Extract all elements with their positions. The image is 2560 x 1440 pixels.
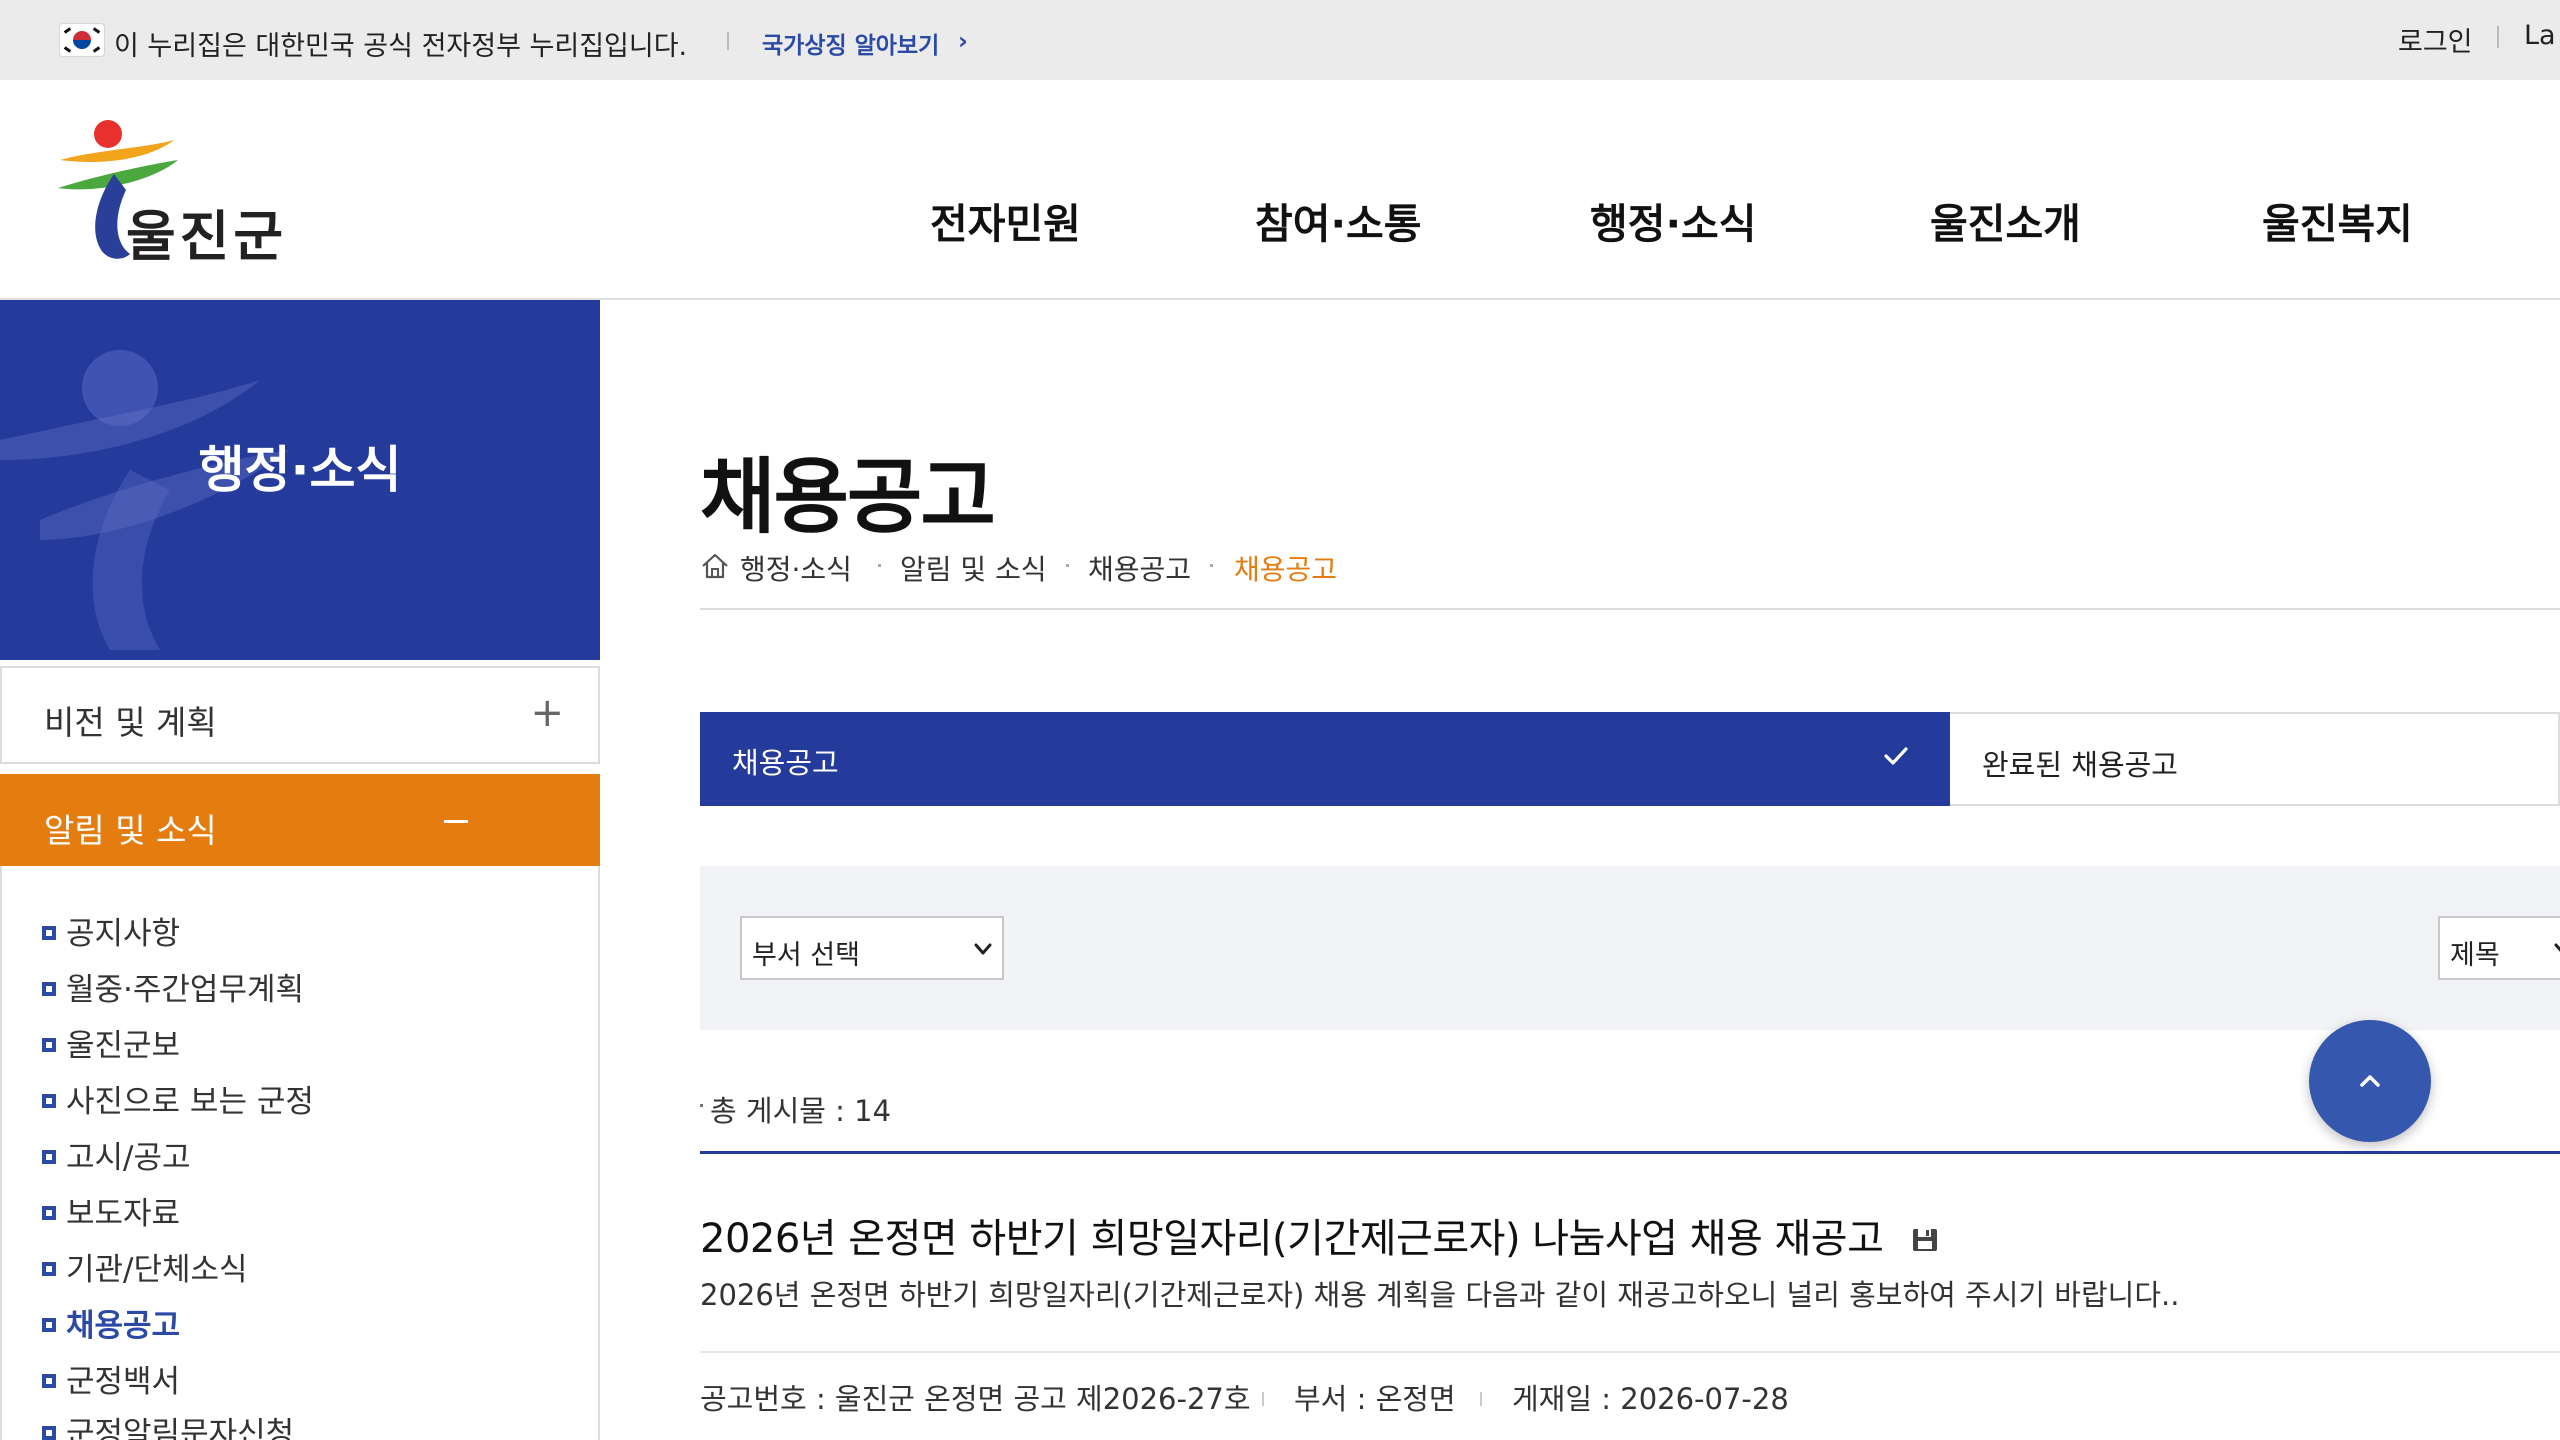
select-value: 부서 선택 <box>752 940 860 971</box>
sidebar-group-vision[interactable]: 비전 및 계획 + <box>0 666 600 764</box>
bullet-icon <box>42 1318 56 1332</box>
gov-banner: 이 누리집은 대한민국 공식 전자정부 누리집입니다. 국가상징 알아보기 › … <box>0 0 2560 80</box>
chevron-down-icon <box>2554 943 2560 952</box>
sidebar-item-notices[interactable]: 공지사항 <box>42 908 180 953</box>
file-icon[interactable] <box>1910 1226 1940 1254</box>
bullet-icon <box>42 982 56 996</box>
post-summary: 2026년 온정면 하반기 희망일자리(기간제근로자) 채용 계획을 다음과 같… <box>700 1278 2180 1312</box>
site-header: 울진군 전자민원 참여·소통 행정·소식 울진소개 울진복지 <box>0 80 2560 300</box>
department-select[interactable]: 부서 선택 <box>740 916 1004 980</box>
breadcrumb-item[interactable]: 행정·소식 <box>740 548 852 588</box>
breadcrumb-separator <box>1066 564 1069 567</box>
site-logo[interactable]: 울진군 <box>56 120 296 270</box>
sidebar-hero: 행정·소식 <box>0 300 600 660</box>
post-department: 부서 : 온정면 <box>1294 1382 1456 1416</box>
divider <box>1262 1392 1264 1406</box>
breadcrumb-current: 채용공고 <box>1234 553 1338 586</box>
sidebar-item-sms-signup[interactable]: 군정알림문자신청 <box>42 1408 294 1440</box>
bullet-icon <box>42 1038 56 1052</box>
sidebar-item-label: 울진군보 <box>66 1028 181 1064</box>
sidebar-item-work-plans[interactable]: 월중·주간업무계획 <box>42 964 304 1009</box>
bullet-icon <box>42 1094 56 1108</box>
breadcrumb: 행정·소식 알림 및 소식 채용공고 채용공고 <box>700 548 2560 588</box>
sidebar-group-label: 알림 및 소식 <box>44 811 217 850</box>
tab-label: 완료된 채용공고 <box>1982 748 2178 782</box>
select-value: 제목 <box>2450 940 2500 971</box>
sidebar-submenu: 공지사항 월중·주간업무계획 울진군보 사진으로 보는 군정 고시/공고 보도자… <box>0 866 600 1440</box>
bullet-icon <box>42 1262 56 1276</box>
page-title: 채용공고 <box>700 450 996 545</box>
sidebar-item-organization-news[interactable]: 기관/단체소식 <box>42 1244 248 1289</box>
breadcrumb-separator <box>1210 564 1213 567</box>
total-count: 총 게시물 : 14 <box>710 1094 892 1128</box>
tab-label: 채용공고 <box>732 746 839 780</box>
sidebar-section-title: 행정·소식 <box>198 441 402 499</box>
sidebar-item-county-bulletin[interactable]: 울진군보 <box>42 1020 180 1065</box>
sidebar-item-label: 군정알림문자신청 <box>66 1416 295 1440</box>
list-top-border <box>700 1151 2560 1154</box>
bullet-icon <box>42 1374 56 1388</box>
bullet-icon <box>42 1426 56 1440</box>
tab-completed-recruitment[interactable]: 완료된 채용공고 <box>1950 712 2560 806</box>
nav-item-participation[interactable]: 참여·소통 <box>1255 190 1421 250</box>
sidebar-item-label: 채용공고 <box>66 1308 181 1344</box>
sidebar-item-label: 공지사항 <box>66 916 181 952</box>
login-link[interactable]: 로그인 <box>2398 20 2473 59</box>
sidebar-item-photo-news[interactable]: 사진으로 보는 군정 <box>42 1076 314 1121</box>
bullet-icon <box>42 1206 56 1220</box>
flag-icon <box>60 24 104 56</box>
logo-text: 울진군 <box>126 205 288 268</box>
post-notice-number: 공고번호 : 울진군 온정면 공고 제2026-27호 <box>700 1382 1251 1416</box>
home-icon[interactable] <box>700 552 730 580</box>
bullet-icon <box>42 1150 56 1164</box>
divider <box>700 1351 2560 1353</box>
post-title-link[interactable]: 2026년 온정면 하반기 희망일자리(기간제근로자) 나눔사업 채용 재공고 <box>700 1206 1884 1264</box>
sidebar-item-label: 사진으로 보는 군정 <box>66 1084 314 1120</box>
sidebar-item-press-releases[interactable]: 보도자료 <box>42 1188 180 1233</box>
language-link[interactable]: La <box>2524 20 2556 51</box>
search-panel: 부서 선택 제목 <box>700 866 2560 1030</box>
nav-item-welfare[interactable]: 울진복지 <box>2262 190 2413 250</box>
scroll-to-top-button[interactable] <box>2309 1020 2431 1142</box>
nav-item-administration[interactable]: 행정·소식 <box>1590 190 1756 250</box>
bullet-icon <box>42 926 56 940</box>
sidebar-group-label: 비전 및 계획 <box>44 703 217 742</box>
sidebar-item-white-paper[interactable]: 군정백서 <box>42 1356 180 1401</box>
nav-item-about-uljin[interactable]: 울진소개 <box>1930 190 2081 250</box>
sidebar-item-label: 보도자료 <box>66 1196 181 1232</box>
bullet-icon <box>700 1104 703 1107</box>
tab-recruitment[interactable]: 채용공고 <box>700 712 1950 806</box>
gov-notice-text: 이 누리집은 대한민국 공식 전자정부 누리집입니다. <box>114 31 688 62</box>
sidebar-item-label: 월중·주간업무계획 <box>66 972 305 1008</box>
arrow-up-icon <box>2360 1075 2380 1087</box>
divider <box>1480 1392 1482 1406</box>
breadcrumb-separator <box>878 564 881 567</box>
sidebar-group-news[interactable]: 알림 및 소식 <box>0 774 600 872</box>
minus-icon[interactable] <box>444 820 468 823</box>
breadcrumb-item[interactable]: 채용공고 <box>1088 548 1191 588</box>
check-icon <box>1884 747 1908 765</box>
sidebar-item-label: 고시/공고 <box>66 1140 191 1176</box>
national-symbol-link[interactable]: 국가상징 알아보기 <box>762 26 939 60</box>
nav-item-e-civil-service[interactable]: 전자민원 <box>930 190 1081 250</box>
divider <box>2497 26 2499 48</box>
sidebar-item-label: 기관/단체소식 <box>66 1252 248 1288</box>
sidebar-item-recruitment[interactable]: 채용공고 <box>42 1300 180 1345</box>
chevron-down-icon <box>974 943 992 955</box>
search-field-select[interactable]: 제목 <box>2438 916 2560 980</box>
post-date: 게재일 : 2026-07-28 <box>1512 1382 1789 1416</box>
chevron-right-icon[interactable]: › <box>958 27 968 55</box>
divider <box>727 32 729 50</box>
plus-icon[interactable]: + <box>530 690 564 736</box>
breadcrumb-item[interactable]: 알림 및 소식 <box>900 548 1047 588</box>
sidebar-item-label: 군정백서 <box>66 1364 181 1400</box>
divider <box>700 608 2560 610</box>
sidebar-item-announcements[interactable]: 고시/공고 <box>42 1132 191 1177</box>
